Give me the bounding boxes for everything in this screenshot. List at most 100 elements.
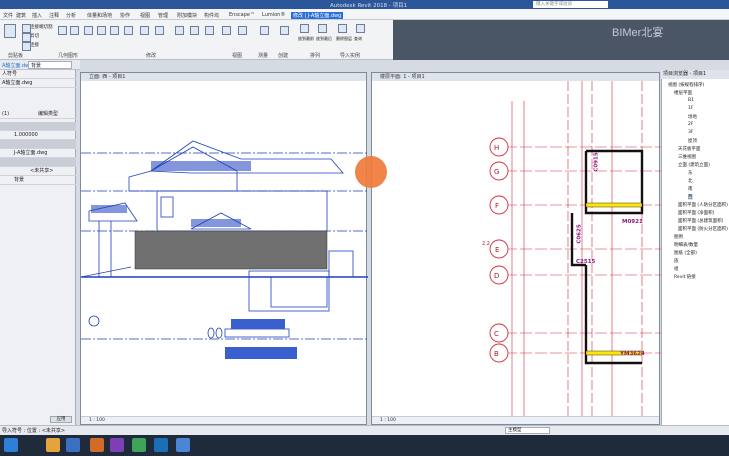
browser-item[interactable]: Revit 链接: [674, 274, 696, 280]
tab-modify-dwg[interactable]: 修改 | J-A轴立面.dwg: [291, 12, 344, 19]
browser-item[interactable]: 2F: [688, 122, 693, 127]
tab-annotate[interactable]: 注释: [49, 12, 59, 19]
move-icon[interactable]: [110, 26, 119, 35]
browser-item[interactable]: 面积平面 (防火分区面积): [678, 226, 728, 232]
browser-item[interactable]: 明细表/数量: [674, 242, 698, 248]
prop-shared-value[interactable]: <未共享>: [0, 167, 76, 176]
browser-item[interactable]: 场地: [688, 114, 697, 120]
trim-icon[interactable]: [155, 26, 164, 35]
elevation-view[interactable]: 立面: 西 - 项目1 1: 100: [80, 72, 368, 425]
scale-icon[interactable]: [205, 26, 214, 35]
browser-item[interactable]: 东: [688, 170, 693, 176]
type-selector[interactable]: 背景: [28, 61, 72, 69]
pin-icon[interactable]: [175, 26, 184, 35]
browser-item[interactable]: 族: [674, 258, 679, 264]
ribbon-label[interactable]: 剪切: [30, 33, 39, 39]
splitter-grip-handle[interactable]: [355, 156, 387, 188]
grid-head[interactable]: H: [494, 144, 499, 152]
apply-button[interactable]: 应用: [50, 416, 72, 423]
join-icon[interactable]: [22, 42, 31, 51]
grid-head[interactable]: F: [495, 202, 499, 210]
browser-item[interactable]: 组: [674, 266, 679, 272]
cut-geometry-icon[interactable]: [22, 24, 31, 33]
door-tag[interactable]: M0921: [622, 219, 643, 225]
delete-layers-label[interactable]: 删除图层: [336, 36, 352, 42]
split-face-icon[interactable]: [58, 26, 67, 35]
browser-item[interactable]: 面积平面 (人防分区面积): [678, 202, 728, 208]
tab-lumion[interactable]: Lumion®: [262, 12, 285, 18]
browser-item[interactable]: 图例: [674, 234, 683, 240]
onenote-icon[interactable]: [110, 438, 124, 452]
view-scale[interactable]: 1 : 100: [372, 416, 659, 424]
delete-icon[interactable]: [222, 26, 231, 35]
door-tag[interactable]: YM3624: [620, 351, 645, 357]
tab-analyze[interactable]: 分析: [66, 12, 76, 19]
edit-type-button[interactable]: 编辑类型: [38, 110, 58, 119]
ribbon-label[interactable]: 连接: [30, 42, 39, 48]
send-back-icon[interactable]: [318, 24, 327, 33]
grid-head[interactable]: G: [494, 168, 499, 176]
paste-icon[interactable]: [4, 24, 16, 38]
create-group-icon[interactable]: [280, 26, 289, 35]
browser-icon[interactable]: [66, 438, 80, 452]
prop-row[interactable]: (1) 编辑类型: [0, 110, 76, 119]
help-search-input[interactable]: 键入关键字或短语: [533, 1, 608, 8]
tab-manage[interactable]: 管理: [158, 12, 168, 19]
prop-background-value[interactable]: 背景: [0, 176, 76, 185]
query-icon[interactable]: [356, 24, 365, 33]
browser-item[interactable]: 屋顶: [688, 138, 697, 144]
tab-addins[interactable]: 附加模块: [177, 12, 197, 19]
view-scale[interactable]: 1 : 100: [81, 416, 366, 424]
tab-massing[interactable]: 体量和场地: [87, 12, 112, 19]
browser-item[interactable]: 楼层平面: [674, 90, 692, 96]
browser-item[interactable]: 北: [688, 178, 693, 184]
tab-components[interactable]: 构件坞: [204, 12, 219, 19]
scissors-icon[interactable]: [22, 33, 31, 42]
rotate-icon[interactable]: [140, 26, 149, 35]
browser-item[interactable]: 视图 (按规程排序): [668, 82, 704, 88]
bring-front-label[interactable]: 放到最前: [298, 36, 314, 42]
browser-item[interactable]: 图纸 (全部): [674, 250, 697, 256]
browser-item[interactable]: B1: [688, 98, 694, 103]
browser-item[interactable]: 三维视图: [678, 154, 696, 160]
tab-insert[interactable]: 插入: [32, 12, 42, 19]
browser-item[interactable]: 3F: [688, 130, 693, 135]
grid-head[interactable]: B: [494, 350, 499, 358]
design-option-selector[interactable]: 主模型: [505, 427, 550, 434]
copy-icon[interactable]: [124, 26, 133, 35]
tab-enscape[interactable]: Enscape™: [229, 12, 255, 18]
door-tag[interactable]: C2515: [576, 259, 595, 265]
prop-name-value[interactable]: J-A轴立面.dwg: [0, 149, 76, 158]
view-icon[interactable]: [238, 26, 247, 35]
offset-icon[interactable]: [97, 26, 106, 35]
measure-icon[interactable]: [260, 26, 269, 35]
bring-front-icon[interactable]: [300, 24, 309, 33]
browser-item[interactable]: 天花板平面: [678, 146, 701, 152]
tab-collaborate[interactable]: 协作: [120, 12, 130, 19]
prop-scale-value[interactable]: 1.000000: [0, 131, 76, 140]
grid-head[interactable]: E: [495, 246, 499, 254]
app-icon[interactable]: [176, 438, 190, 452]
browser-item[interactable]: 南: [688, 186, 693, 192]
browser-item[interactable]: 1F: [688, 106, 693, 111]
start-icon[interactable]: [4, 438, 18, 452]
tab-view[interactable]: 视图: [140, 12, 150, 19]
revit-icon[interactable]: [154, 438, 168, 452]
grid-head[interactable]: D: [494, 272, 499, 280]
chrome-icon[interactable]: [132, 438, 146, 452]
browser-item-selected[interactable]: 西: [688, 194, 693, 200]
delete-layers-icon[interactable]: [338, 24, 347, 33]
door-tag[interactable]: C0625: [577, 224, 583, 243]
door-tag[interactable]: C0915: [594, 152, 600, 171]
browser-item[interactable]: 面积平面 (总建筑面积): [678, 218, 723, 224]
query-label[interactable]: 查询: [354, 36, 362, 42]
align-icon[interactable]: [84, 26, 93, 35]
powerpoint-icon[interactable]: [90, 438, 104, 452]
floor-plan-view[interactable]: 楼层平面: 1 - 项目1 H G F E D C B 2.2 C0915 C0…: [371, 72, 661, 425]
ribbon-label[interactable]: 连接端切割: [30, 24, 53, 30]
paint-icon[interactable]: [70, 26, 79, 35]
grid-head[interactable]: C: [494, 330, 499, 338]
browser-item[interactable]: 面积平面 (净面积): [678, 210, 714, 216]
array-icon[interactable]: [190, 26, 199, 35]
send-back-label[interactable]: 放到最后: [316, 36, 332, 42]
